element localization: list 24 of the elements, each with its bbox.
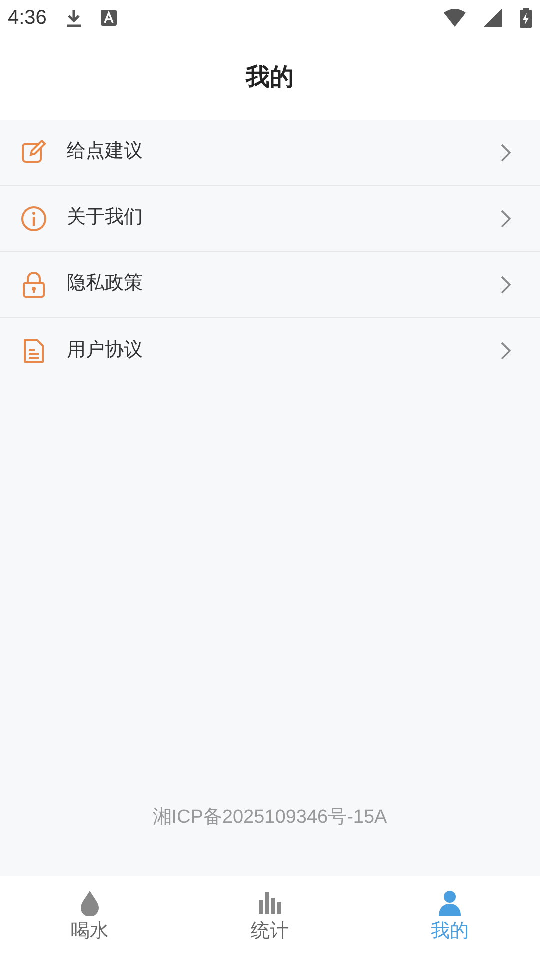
person-icon — [437, 890, 463, 916]
document-icon — [21, 338, 47, 364]
lock-icon — [21, 272, 47, 298]
status-time: 4:36 — [8, 6, 47, 31]
bar-chart-icon — [257, 890, 283, 916]
info-icon — [21, 206, 47, 232]
keyboard-icon — [100, 10, 117, 26]
signal-icon — [484, 9, 502, 27]
menu-item[interactable]: 隐私政策 — [0, 252, 540, 318]
download-icon — [64, 8, 83, 28]
menu-item[interactable]: 关于我们 — [0, 186, 540, 252]
menu-item[interactable]: 给点建议 — [0, 120, 540, 186]
battery-icon — [520, 8, 532, 28]
chevron-right-icon — [501, 276, 511, 294]
page-title: 我的 — [246, 63, 294, 93]
icp-license-text: 湘ICP备2025109346号-15A — [152, 806, 388, 830]
chevron-right-icon — [501, 342, 511, 360]
tab[interactable]: 喝水 — [0, 876, 180, 960]
edit-icon — [21, 140, 47, 166]
tab[interactable]: 统计 — [180, 876, 360, 960]
menu-item[interactable]: 用户协议 — [0, 318, 540, 384]
chevron-right-icon — [501, 210, 511, 228]
chevron-right-icon — [501, 144, 511, 162]
wifi-icon — [444, 9, 466, 27]
